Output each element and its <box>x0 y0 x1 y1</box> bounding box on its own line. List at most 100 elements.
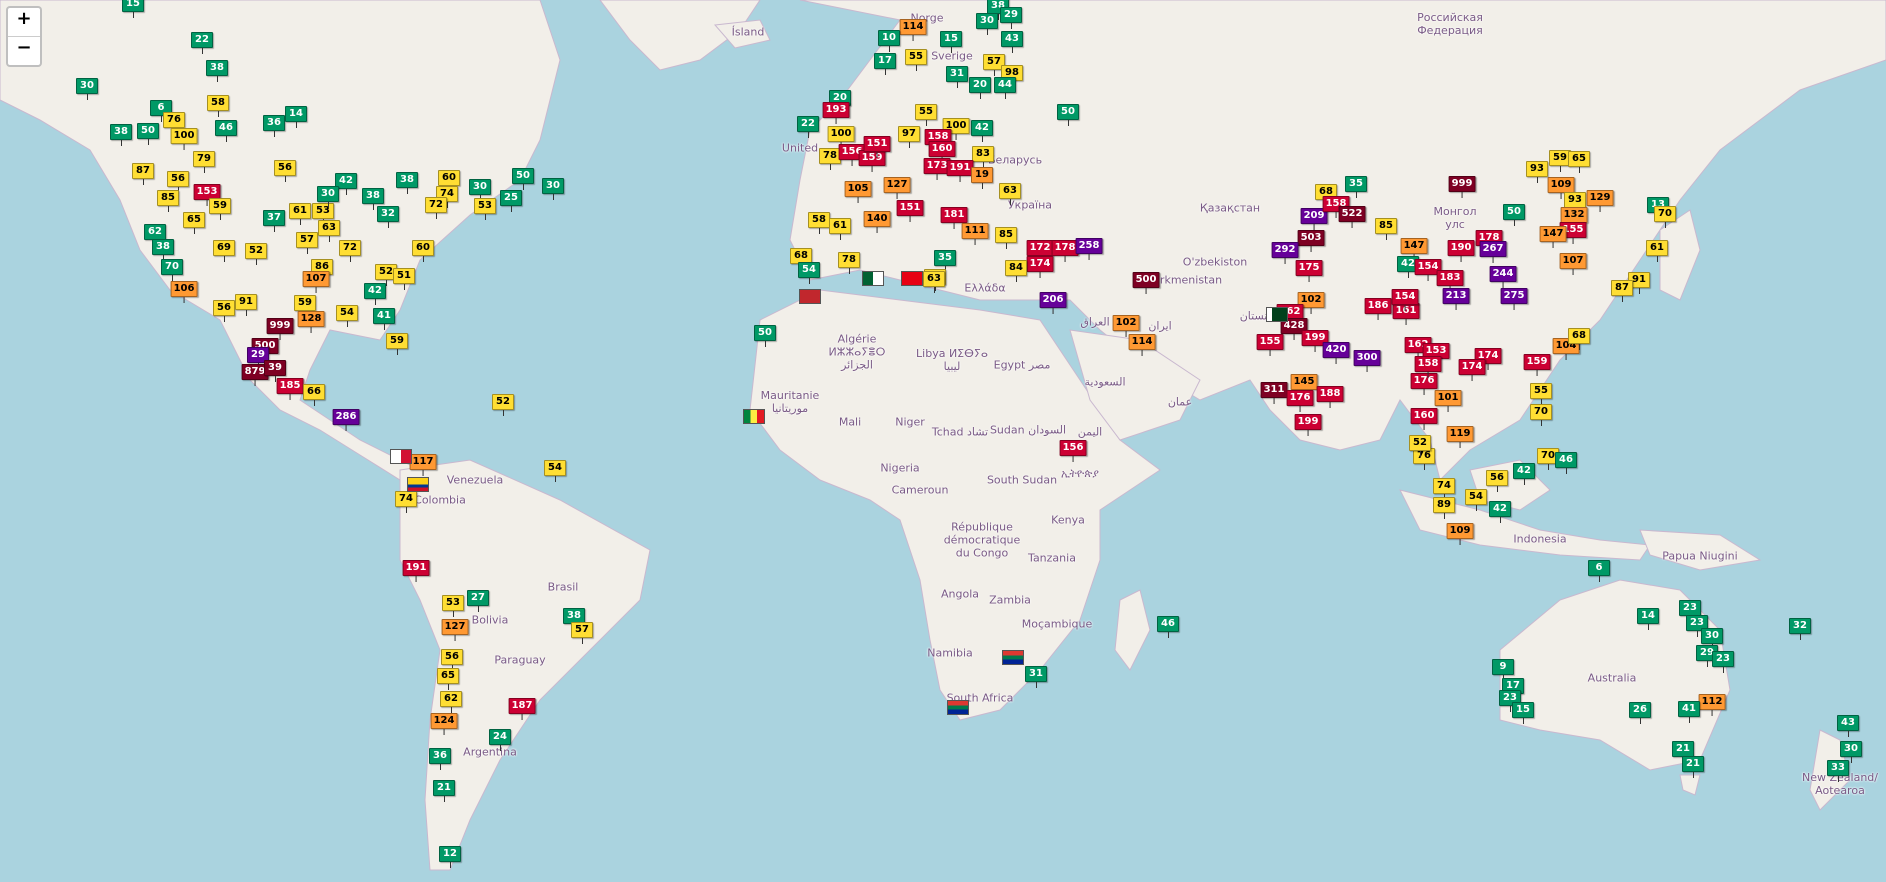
aqi-station-marker[interactable]: 59 <box>386 333 408 355</box>
aqi-station-marker[interactable]: 124 <box>430 713 458 735</box>
aqi-station-marker[interactable]: 57 <box>296 232 318 254</box>
aqi-station-marker[interactable]: 187 <box>508 698 536 720</box>
aqi-station-marker[interactable]: 244 <box>1489 266 1517 288</box>
aqi-station-marker[interactable]: 37 <box>263 210 285 232</box>
aqi-station-marker[interactable]: 38 <box>206 60 228 82</box>
aqi-station-marker[interactable]: 500 <box>1132 272 1160 294</box>
aqi-station-marker[interactable]: 65 <box>1568 151 1590 173</box>
aqi-station-marker[interactable]: 50 <box>1503 204 1525 226</box>
aqi-station-marker[interactable]: 174 <box>1458 359 1486 381</box>
aqi-station-marker[interactable]: 70 <box>1654 206 1676 228</box>
aqi-station-marker[interactable]: 72 <box>339 240 361 262</box>
aqi-station-marker[interactable]: 63 <box>999 183 1021 205</box>
aqi-station-marker[interactable]: 111 <box>961 223 989 245</box>
aqi-station-marker[interactable]: 61 <box>1646 240 1668 262</box>
aqi-station-marker[interactable]: 15 <box>940 31 962 53</box>
aqi-station-marker[interactable]: 19 <box>971 167 993 189</box>
aqi-station-marker[interactable]: 54 <box>798 262 820 284</box>
aqi-station-marker[interactable]: 258 <box>1075 238 1103 260</box>
aqi-station-marker[interactable]: 46 <box>215 120 237 142</box>
aqi-station-marker[interactable]: 15 <box>1512 702 1534 724</box>
aqi-station-marker[interactable]: 114 <box>1128 334 1156 356</box>
flag-south-africa-2-icon[interactable] <box>947 700 969 715</box>
aqi-station-marker[interactable]: 24 <box>489 729 511 751</box>
aqi-station-marker[interactable]: 286 <box>332 409 360 431</box>
aqi-station-marker[interactable]: 54 <box>1465 489 1487 511</box>
aqi-station-marker[interactable]: 33 <box>1827 760 1849 782</box>
aqi-station-marker[interactable]: 61 <box>829 218 851 240</box>
aqi-station-marker[interactable]: 22 <box>191 32 213 54</box>
aqi-station-marker[interactable]: 84 <box>1005 260 1027 282</box>
aqi-station-marker[interactable]: 87 <box>132 163 154 185</box>
aqi-station-marker[interactable]: 56 <box>213 300 235 322</box>
aqi-station-marker[interactable]: 53 <box>442 595 464 617</box>
aqi-station-marker[interactable]: 14 <box>1637 608 1659 630</box>
aqi-station-marker[interactable]: 54 <box>544 460 566 482</box>
aqi-station-marker[interactable]: 26 <box>1629 702 1651 724</box>
aqi-station-marker[interactable]: 85 <box>1375 218 1397 240</box>
aqi-station-marker[interactable]: 63 <box>923 271 945 293</box>
aqi-station-marker[interactable]: 74 <box>395 491 417 513</box>
aqi-station-marker[interactable]: 140 <box>863 211 891 233</box>
aqi-station-marker[interactable]: 32 <box>377 206 399 228</box>
aqi-station-marker[interactable]: 70 <box>1530 404 1552 426</box>
aqi-station-marker[interactable]: 21 <box>433 780 455 802</box>
aqi-station-marker[interactable]: 21 <box>1682 756 1704 778</box>
aqi-station-marker[interactable]: 51 <box>393 268 415 290</box>
aqi-station-marker[interactable]: 43 <box>1001 31 1023 53</box>
aqi-station-marker[interactable]: 55 <box>915 104 937 126</box>
aqi-station-marker[interactable]: 191 <box>946 160 974 182</box>
aqi-station-marker[interactable]: 66 <box>303 384 325 406</box>
aqi-station-marker[interactable]: 193 <box>822 102 850 124</box>
aqi-station-marker[interactable]: 999 <box>266 318 294 340</box>
aqi-station-marker[interactable]: 114 <box>899 19 927 41</box>
aqi-station-marker[interactable]: 12 <box>439 846 461 868</box>
aqi-station-marker[interactable]: 160 <box>1410 408 1438 430</box>
aqi-station-marker[interactable]: 522 <box>1338 206 1366 228</box>
aqi-station-marker[interactable]: 190 <box>1447 240 1475 262</box>
aqi-station-marker[interactable]: 155 <box>1256 334 1284 356</box>
aqi-station-marker[interactable]: 112 <box>1698 694 1726 716</box>
aqi-station-marker[interactable]: 35 <box>1345 176 1367 198</box>
aqi-station-marker[interactable]: 178 <box>1051 240 1079 262</box>
flag-pakistan-icon[interactable] <box>1266 307 1288 322</box>
aqi-station-marker[interactable]: 127 <box>883 177 911 199</box>
aqi-station-marker[interactable]: 70 <box>161 259 183 281</box>
aqi-station-marker[interactable]: 79 <box>193 151 215 173</box>
aqi-station-marker[interactable]: 61 <box>289 203 311 225</box>
aqi-station-marker[interactable]: 36 <box>429 748 451 770</box>
aqi-station-marker[interactable]: 52 <box>492 394 514 416</box>
aqi-station-marker[interactable]: 29 <box>1000 7 1022 29</box>
aqi-station-marker[interactable]: 186 <box>1364 298 1392 320</box>
aqi-station-marker[interactable]: 55 <box>1530 383 1552 405</box>
aqi-station-marker[interactable]: 42 <box>364 283 386 305</box>
aqi-station-marker[interactable]: 15 <box>122 0 144 18</box>
aqi-station-marker[interactable]: 156 <box>1059 440 1087 462</box>
flag-algeria-icon[interactable] <box>862 271 884 286</box>
aqi-station-marker[interactable]: 147 <box>1539 226 1567 248</box>
aqi-station-marker[interactable]: 154 <box>1391 289 1419 311</box>
aqi-station-marker[interactable]: 89 <box>1433 497 1455 519</box>
aqi-station-marker[interactable]: 23 <box>1712 651 1734 673</box>
aqi-station-marker[interactable]: 60 <box>412 240 434 262</box>
aqi-station-marker[interactable]: 27 <box>467 590 489 612</box>
flag-tunisia-icon[interactable] <box>901 271 923 286</box>
aqi-station-marker[interactable]: 38 <box>152 239 174 261</box>
aqi-station-marker[interactable]: 206 <box>1039 292 1067 314</box>
aqi-station-marker[interactable]: 176 <box>1286 390 1314 412</box>
aqi-station-marker[interactable]: 57 <box>571 622 593 644</box>
aqi-station-marker[interactable]: 83 <box>972 146 994 168</box>
zoom-out-button[interactable]: − <box>8 36 40 65</box>
aqi-station-marker[interactable]: 42 <box>1513 463 1535 485</box>
aqi-station-marker[interactable]: 38 <box>396 172 418 194</box>
aqi-station-marker[interactable]: 91 <box>235 294 257 316</box>
aqi-station-marker[interactable]: 20 <box>969 77 991 99</box>
aqi-station-marker[interactable]: 25 <box>500 190 522 212</box>
aqi-station-marker[interactable]: 52 <box>245 243 267 265</box>
aqi-station-marker[interactable]: 191 <box>402 560 430 582</box>
aqi-station-marker[interactable]: 30 <box>317 186 339 208</box>
aqi-station-marker[interactable]: 85 <box>995 227 1017 249</box>
aqi-station-marker[interactable]: 175 <box>1295 260 1323 282</box>
aqi-station-marker[interactable]: 999 <box>1448 176 1476 198</box>
aqi-station-marker[interactable]: 420 <box>1322 342 1350 364</box>
